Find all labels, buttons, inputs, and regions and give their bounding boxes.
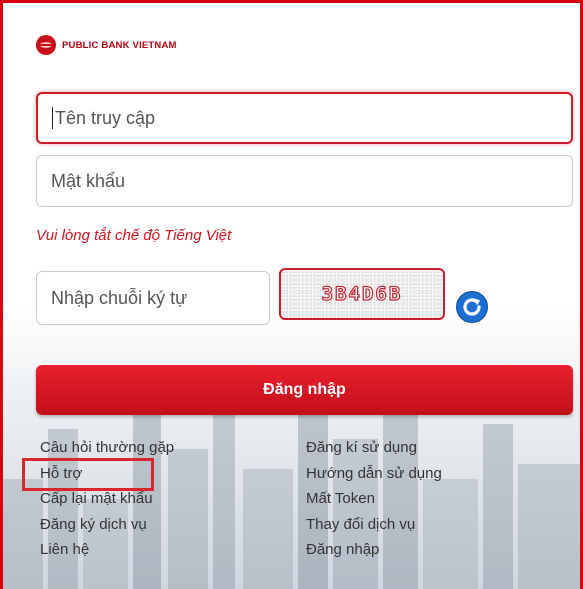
link-change-service[interactable]: Thay đổi dịch vụ — [306, 512, 442, 538]
help-links-right: Đăng kí sử dụng Hướng dẫn sử dụng Mất To… — [306, 435, 442, 563]
captcha-field[interactable] — [36, 271, 270, 325]
bank-logo: PUBLIC BANK VIETNAM — [35, 34, 177, 56]
link-user-guide[interactable]: Hướng dẫn sử dụng — [306, 461, 442, 487]
public-bank-logo-icon — [36, 35, 56, 55]
link-faq[interactable]: Câu hỏi thường gặp — [40, 435, 174, 461]
link-lost-token[interactable]: Mất Token — [306, 486, 442, 512]
captcha-code: 3B4D6B — [321, 282, 403, 305]
username-field[interactable] — [36, 92, 573, 144]
link-register-service[interactable]: Đăng ký dịch vụ — [40, 512, 174, 538]
link-reset-password[interactable]: Cấp lại mật khẩu — [40, 486, 174, 512]
password-input[interactable] — [51, 170, 572, 192]
link-login[interactable]: Đăng nhập — [306, 537, 442, 563]
refresh-icon[interactable] — [455, 290, 489, 324]
link-support[interactable]: Hỗ trợ — [40, 461, 174, 487]
link-sign-up[interactable]: Đăng kí sử dụng — [306, 435, 442, 461]
help-links-left: Câu hỏi thường gặp Hỗ trợ Cấp lại mật kh… — [40, 435, 174, 563]
login-panel: PUBLIC BANK VIETNAM Vui lòng tắt chế độ … — [0, 0, 583, 589]
password-field[interactable] — [36, 155, 573, 207]
login-button[interactable]: Đăng nhập — [36, 365, 573, 415]
captcha-input[interactable] — [51, 287, 269, 309]
keyboard-notice: Vui lòng tắt chế độ Tiếng Việt — [36, 227, 232, 244]
username-input[interactable] — [55, 107, 571, 129]
captcha-image: 3B4D6B — [279, 268, 445, 320]
link-contact[interactable]: Liên hệ — [40, 537, 174, 563]
text-cursor — [52, 107, 53, 129]
bank-name: PUBLIC BANK VIETNAM — [62, 39, 177, 51]
